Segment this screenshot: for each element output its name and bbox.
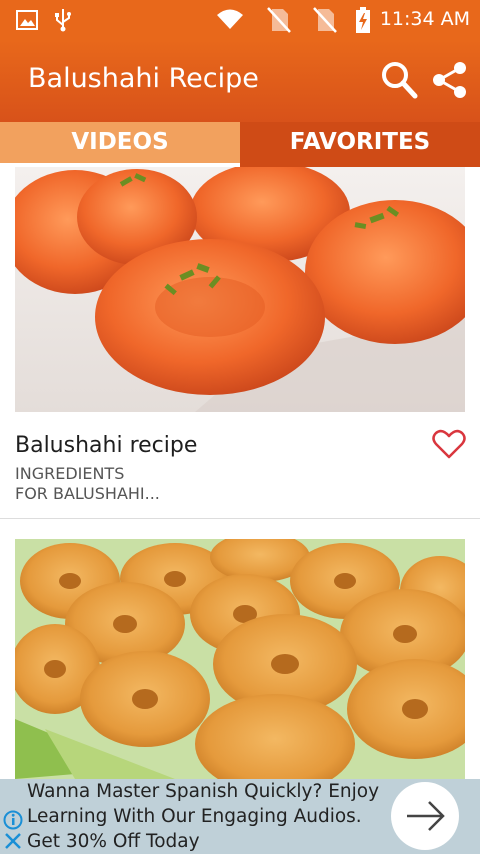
search-icon[interactable]: [380, 60, 418, 104]
ad-banner[interactable]: Wanna Master Spanish Quickly? Enjoy Lear…: [0, 779, 480, 854]
recipe-description: INGREDIENTS FOR BALUSHAHI...: [15, 464, 160, 503]
info-icon[interactable]: [3, 810, 23, 834]
battery-charging-icon: [354, 6, 372, 38]
close-icon[interactable]: [4, 832, 22, 854]
app-bar: Balushahi Recipe: [0, 40, 480, 122]
image-icon: [16, 10, 38, 34]
tab-bar: VIDEOS FAVORITES: [0, 122, 480, 167]
page-title: Balushahi Recipe: [28, 63, 259, 94]
recipe-title[interactable]: Balushahi recipe: [15, 433, 197, 458]
ad-text[interactable]: Wanna Master Spanish Quickly? Enjoy Lear…: [27, 779, 387, 854]
heart-icon[interactable]: [432, 429, 466, 463]
no-sim-icon: [266, 6, 292, 38]
tab-favorites[interactable]: FAVORITES: [240, 122, 480, 167]
status-time: 11:34 AM: [379, 8, 470, 30]
arrow-right-icon[interactable]: [391, 782, 459, 850]
recipe-thumbnail[interactable]: [15, 539, 465, 779]
recipe-thumbnail[interactable]: [15, 167, 465, 412]
share-icon[interactable]: [430, 60, 470, 104]
recipe-list[interactable]: Balushahi recipe INGREDIENTS FOR BALUSHA…: [0, 167, 480, 779]
wifi-icon: [216, 8, 244, 34]
card-divider: [0, 518, 480, 519]
tab-videos[interactable]: VIDEOS: [0, 122, 240, 167]
usb-icon: [54, 8, 72, 36]
no-sim-icon: [312, 6, 338, 38]
status-bar: 11:34 AM: [0, 0, 480, 40]
